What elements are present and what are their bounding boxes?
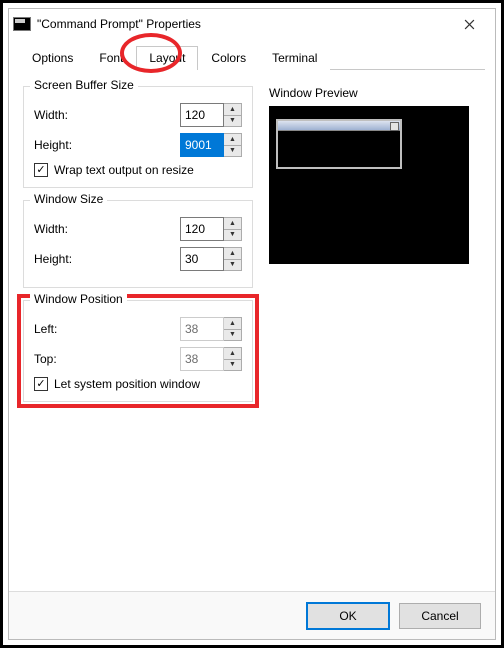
- ok-button[interactable]: OK: [307, 603, 389, 629]
- tab-strip: Options Font Layout Colors Terminal: [19, 45, 485, 70]
- tab-layout[interactable]: Layout: [136, 46, 198, 70]
- titlebar: "Command Prompt" Properties: [9, 9, 495, 39]
- buffer-width-input[interactable]: [180, 103, 224, 127]
- buffer-height-spinner[interactable]: ▲ ▼: [224, 133, 242, 157]
- pos-top-spinner: ▲ ▼: [224, 347, 242, 371]
- autopos-checkbox[interactable]: ✓: [34, 377, 48, 391]
- cancel-button[interactable]: Cancel: [399, 603, 481, 629]
- spin-up-icon[interactable]: ▲: [224, 248, 241, 259]
- window-title: "Command Prompt" Properties: [37, 17, 449, 31]
- pos-left-input: [180, 317, 224, 341]
- pos-top-label: Top:: [34, 352, 180, 366]
- group-title-position: Window Position: [30, 292, 127, 306]
- properties-dialog: "Command Prompt" Properties Options Font…: [8, 8, 496, 640]
- cmd-icon: [13, 17, 31, 31]
- spin-down-icon[interactable]: ▼: [224, 229, 241, 241]
- group-window-size: Window Size Width: ▲ ▼: [23, 200, 253, 288]
- spin-down-icon[interactable]: ▼: [224, 259, 241, 271]
- pos-top-input: [180, 347, 224, 371]
- group-screen-buffer: Screen Buffer Size Width: ▲ ▼: [23, 86, 253, 188]
- spin-up-icon[interactable]: ▲: [224, 134, 241, 145]
- preview-window-icon: [276, 119, 402, 169]
- preview-window-titlebar: [278, 121, 400, 131]
- buffer-height-input[interactable]: [180, 133, 224, 157]
- size-height-input[interactable]: [180, 247, 224, 271]
- spin-down-icon[interactable]: ▼: [224, 145, 241, 157]
- tab-terminal[interactable]: Terminal: [259, 46, 330, 70]
- spin-up-icon: ▲: [224, 318, 241, 329]
- size-width-input[interactable]: [180, 217, 224, 241]
- close-icon: [464, 19, 475, 30]
- spin-up-icon: ▲: [224, 348, 241, 359]
- spin-down-icon[interactable]: ▼: [224, 115, 241, 127]
- size-width-label: Width:: [34, 222, 180, 236]
- buffer-width-spinner[interactable]: ▲ ▼: [224, 103, 242, 127]
- tab-options[interactable]: Options: [19, 46, 86, 70]
- wrap-checkbox-label: Wrap text output on resize: [54, 163, 194, 177]
- autopos-checkbox-label: Let system position window: [54, 377, 200, 391]
- tab-colors[interactable]: Colors: [198, 46, 259, 70]
- close-button[interactable]: [449, 10, 489, 38]
- buffer-width-label: Width:: [34, 108, 180, 122]
- window-preview: [269, 106, 469, 264]
- size-height-spinner[interactable]: ▲ ▼: [224, 247, 242, 271]
- spin-up-icon[interactable]: ▲: [224, 218, 241, 229]
- pos-left-label: Left:: [34, 322, 180, 336]
- size-width-spinner[interactable]: ▲ ▼: [224, 217, 242, 241]
- tab-content-layout: Screen Buffer Size Width: ▲ ▼: [9, 70, 495, 591]
- spin-up-icon[interactable]: ▲: [224, 104, 241, 115]
- group-title-buffer: Screen Buffer Size: [30, 78, 138, 92]
- dialog-footer: OK Cancel: [9, 591, 495, 639]
- buffer-height-label: Height:: [34, 138, 180, 152]
- pos-left-spinner: ▲ ▼: [224, 317, 242, 341]
- wrap-checkbox[interactable]: ✓: [34, 163, 48, 177]
- spin-down-icon: ▼: [224, 329, 241, 341]
- spin-down-icon: ▼: [224, 359, 241, 371]
- size-height-label: Height:: [34, 252, 180, 266]
- tab-font[interactable]: Font: [86, 46, 136, 70]
- group-title-size: Window Size: [30, 192, 107, 206]
- preview-label: Window Preview: [269, 86, 469, 100]
- group-window-position: Window Position Left: ▲ ▼: [23, 300, 253, 402]
